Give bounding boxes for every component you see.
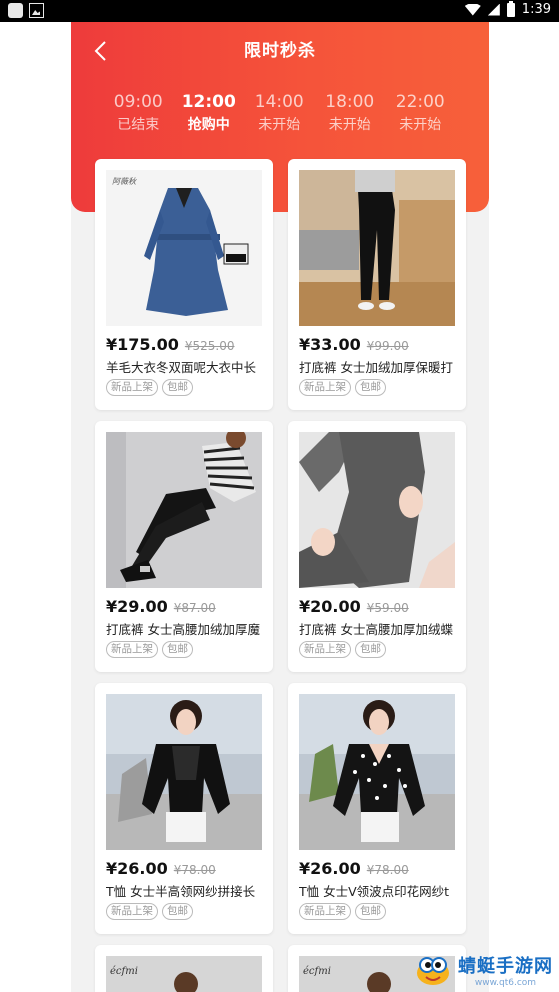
time-slot-tab[interactable]: 14:00 未开始 [244, 92, 315, 134]
free-shipping-tag: 包邮 [162, 379, 193, 396]
product-name: 打底裤 女士高腰加厚加绒蝶 [299, 622, 453, 637]
new-arrival-tag: 新品上架 [299, 641, 351, 658]
free-shipping-tag: 包邮 [355, 903, 386, 920]
page: 限时秒杀 09:00 已结束 12:00 抢购中 14:00 未开始 18:00 未开始… [0, 22, 559, 992]
product-name: T恤 女士半高领网纱拼接长 [106, 884, 256, 899]
slot-status: 未开始 [328, 117, 371, 133]
sale-price: ¥175.00 [106, 335, 179, 354]
watermark-url: www.qt6.com [474, 978, 537, 988]
new-arrival-tag: 新品上架 [106, 903, 158, 920]
product-name: 打底裤 女士加绒加厚保暖打 [299, 360, 453, 375]
new-arrival-tag: 新品上架 [299, 903, 351, 920]
product-image [299, 170, 455, 326]
slot-time: 14:00 [254, 92, 304, 112]
product-card[interactable]: ¥29.00 ¥87.00 打底裤 女士高腰加绒加厚魔 新品上架 包邮 [95, 421, 273, 672]
slot-status: 未开始 [258, 117, 301, 133]
slot-time: 12:00 [181, 92, 236, 112]
original-price: ¥99.00 [366, 339, 409, 353]
original-price: ¥87.00 [173, 601, 216, 615]
free-shipping-tag: 包邮 [355, 379, 386, 396]
new-arrival-tag: 新品上架 [106, 379, 158, 396]
slot-status: 已结束 [117, 117, 160, 133]
free-shipping-tag: 包邮 [162, 641, 193, 658]
wifi-icon [464, 3, 481, 16]
product-image: 阿薇秋 [106, 170, 262, 326]
sale-price: ¥26.00 [106, 859, 168, 878]
product-name: 羊毛大衣冬双面呢大衣中长 [106, 360, 257, 375]
product-card[interactable]: 阿薇秋 ¥175.00 ¥525.00 羊毛大衣冬双面呢大衣中长 新品上架 包邮 [95, 159, 273, 410]
slot-time: 22:00 [395, 92, 445, 112]
product-card[interactable]: ¥33.00 ¥99.00 打底裤 女士加绒加厚保暖打 新品上架 包邮 [288, 159, 466, 410]
site-watermark: 蜻蜓手游网 www.qt6.com [414, 952, 553, 988]
sale-price: ¥29.00 [106, 597, 168, 616]
product-image [299, 432, 455, 588]
status-time: 1:39 [521, 2, 551, 17]
new-arrival-tag: 新品上架 [299, 379, 351, 396]
product-image [299, 694, 455, 850]
original-price: ¥525.00 [184, 339, 235, 353]
watermark-name: 蜻蜓手游网 [458, 956, 553, 977]
slot-time: 09:00 [113, 92, 163, 112]
brand-mark: 阿薇秋 [112, 177, 137, 186]
new-arrival-tag: 新品上架 [106, 641, 158, 658]
product-image [106, 432, 262, 588]
time-slot-tab-active[interactable]: 12:00 抢购中 [174, 92, 245, 134]
product-name: T恤 女士V领波点印花网纱t [299, 884, 450, 899]
free-shipping-tag: 包邮 [355, 641, 386, 658]
slot-status: 抢购中 [187, 117, 230, 133]
free-shipping-tag: 包邮 [162, 903, 193, 920]
time-slot-tab[interactable]: 18:00 未开始 [315, 92, 386, 134]
product-card[interactable]: écfmi [95, 945, 273, 992]
battery-icon [506, 0, 515, 17]
brand-mark: écfmi [110, 966, 138, 977]
product-name: 打底裤 女士高腰加绒加厚魔 [106, 622, 260, 637]
original-price: ¥59.00 [366, 601, 409, 615]
right-margin [488, 22, 559, 992]
slot-time: 18:00 [325, 92, 375, 112]
product-image: écfmi [106, 956, 262, 992]
product-image [106, 694, 262, 850]
time-slot-tab[interactable]: 09:00 已结束 [103, 92, 174, 134]
product-card[interactable]: ¥26.00 ¥78.00 T恤 女士半高领网纱拼接长 新品上架 包邮 [95, 683, 273, 934]
sale-price: ¥20.00 [299, 597, 361, 616]
notification-icon [8, 3, 23, 18]
page-title: 限时秒杀 [244, 41, 316, 61]
dragonfly-logo-icon [414, 953, 452, 987]
time-slot-tabs: 09:00 已结束 12:00 抢购中 14:00 未开始 18:00 未开始 22:0… [103, 92, 456, 134]
time-slot-tab[interactable]: 22:00 未开始 [385, 92, 456, 134]
original-price: ¥78.00 [173, 863, 216, 877]
product-card[interactable]: ¥26.00 ¥78.00 T恤 女士V领波点印花网纱t 新品上架 包邮 [288, 683, 466, 934]
status-bar: 1:39 [0, 0, 559, 22]
image-notification-icon [29, 3, 44, 18]
signal-icon [487, 3, 500, 16]
slot-status: 未开始 [399, 117, 442, 133]
brand-mark: écfmi [303, 966, 331, 977]
sale-price: ¥26.00 [299, 859, 361, 878]
original-price: ¥78.00 [366, 863, 409, 877]
product-card[interactable]: ¥20.00 ¥59.00 打底裤 女士高腰加厚加绒蝶 新品上架 包邮 [288, 421, 466, 672]
left-margin [0, 22, 71, 992]
sale-price: ¥33.00 [299, 335, 361, 354]
